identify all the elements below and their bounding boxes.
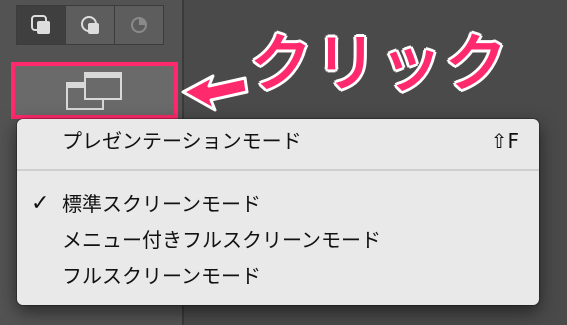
standard-mode-button[interactable] <box>17 6 66 44</box>
menu-item-full-screen-with-menu[interactable]: メニュー付きフルスクリーンモード <box>17 223 539 257</box>
menu-separator <box>17 169 539 171</box>
mask-mode-quick-icon <box>81 16 99 34</box>
mask-mode-toggle <box>16 5 164 45</box>
checkmark-icon: ✓ <box>31 191 50 216</box>
menu-item-presentation-mode[interactable]: プレゼンテーションモード ⇧F <box>17 124 539 158</box>
menu-item-label: 標準スクリーンモード <box>62 192 261 216</box>
mask-mode-disabled-icon <box>131 17 147 33</box>
menu-item-label: メニュー付きフルスクリーンモード <box>62 228 381 252</box>
menu-item-full-screen-mode[interactable]: フルスクリーンモード <box>17 259 539 293</box>
shortcut-label: ⇧F <box>490 129 519 153</box>
screen-mode-menu: プレゼンテーションモード ⇧F ✓ 標準スクリーンモード メニュー付きフルスクリ… <box>17 119 539 305</box>
disabled-mask-button[interactable] <box>115 6 163 44</box>
menu-item-label: フルスクリーンモード <box>62 264 261 288</box>
menu-item-standard-screen-mode[interactable]: ✓ 標準スクリーンモード <box>17 187 539 221</box>
quick-mask-button[interactable] <box>66 6 115 44</box>
screen-mode-button[interactable] <box>11 62 178 119</box>
click-annotation: クリック <box>250 27 511 100</box>
screen-mode-icon <box>65 71 122 110</box>
mask-mode-standard-icon <box>31 15 50 34</box>
menu-item-label: プレゼンテーションモード <box>62 129 302 153</box>
